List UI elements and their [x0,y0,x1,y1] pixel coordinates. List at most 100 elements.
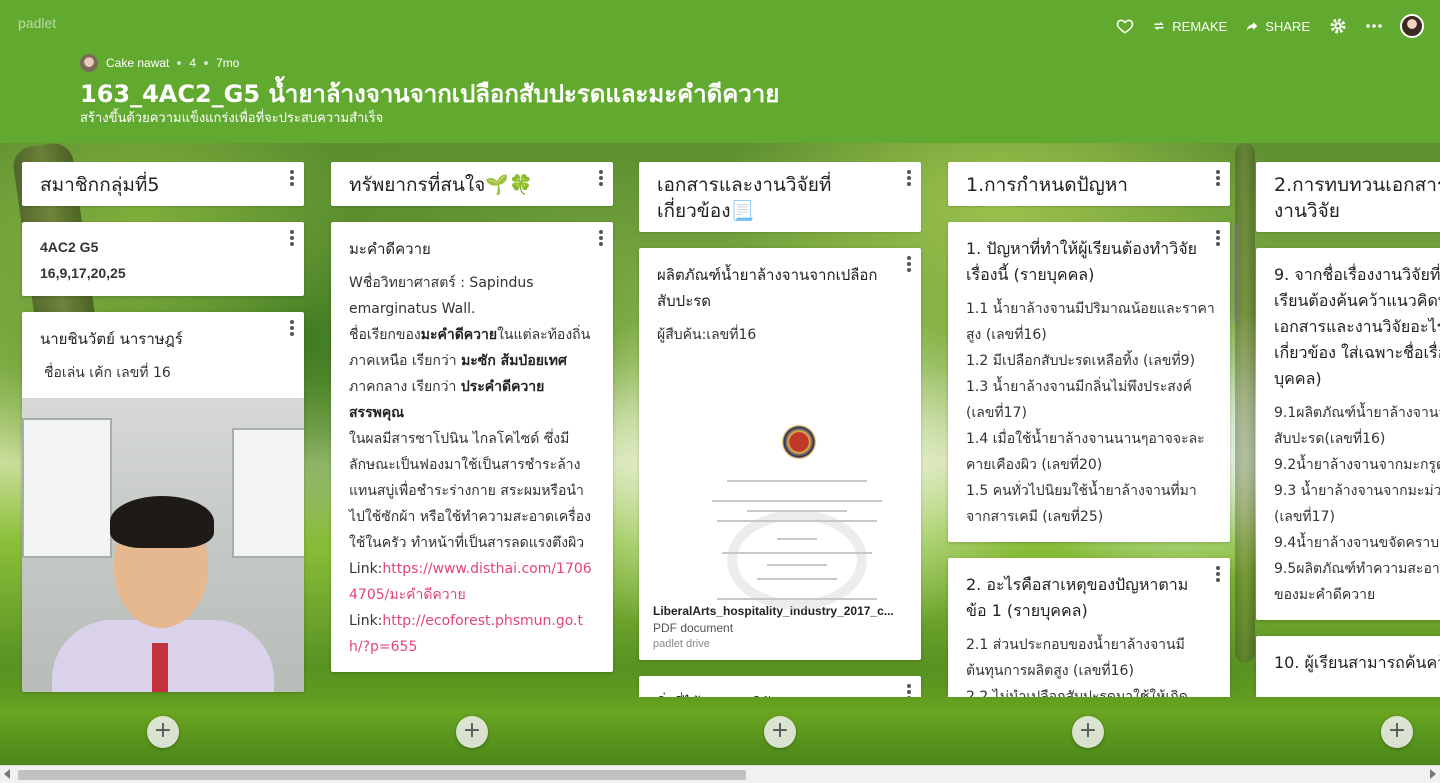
post-link[interactable]: http://ecoforest.phsmun.go.th/?p=655 [349,613,583,655]
add-post-button[interactable]: + [147,716,179,748]
section-menu-icon[interactable] [1212,168,1224,188]
section-menu-icon[interactable] [595,168,607,188]
remake-label: REMAKE [1172,18,1228,34]
post-card[interactable]: 10. ผู้เรียนสามารถค้นคว้า [1256,636,1440,697]
add-post-button[interactable]: + [1381,716,1413,748]
heart-icon [1117,19,1134,34]
list-item: 1.5 คนทั่วไปนิยมใช้น้ำยาล้างจานที่มาจากส… [966,483,1197,525]
board-subtitle: สร้างขึ้นด้วยความแข็งแกร่งเพื่อที่จะประส… [80,111,384,126]
post-menu-icon[interactable] [286,228,298,248]
list-item: 1.4 เมื่อใช้น้ำยาล้างจานนานๆอาจจะละคายเค… [966,431,1205,473]
post-card[interactable]: 1. ปัญหาที่ทำให้ผู้เรียนต้องทำวิจัยเรื่อ… [948,222,1230,542]
post-card[interactable]: 2. อะไรคือสาเหตุของปัญหาตามข้อ 1 (รายบุค… [948,558,1230,697]
section-title-text: สมาชิกกลุ่มที่5 [40,174,160,196]
more-horizontal-icon [1366,24,1382,28]
add-post-button[interactable]: + [764,716,796,748]
padlet-logo[interactable]: padlet [18,15,56,31]
section-title: ทรัพยากรที่สนใจ🌱🍀 [331,162,613,206]
post-body: 2.1 ส่วนประกอบของน้ำยาล้างจานมีต้นทุนการ… [948,630,1230,697]
pdf-preview[interactable] [657,360,903,610]
horizontal-scrollbar[interactable] [0,765,1440,783]
scroll-left-arrow-icon[interactable] [4,769,10,779]
post-paragraph: ในผลมีสารซาโปนิน ไกลโคไซด์ ซึ่งมีลักษณะเ… [349,431,591,551]
section-title-text: ทรัพยากรที่สนใจ🌱🍀 [349,174,533,196]
post-body: Wชื่อวิทยาศาสตร์ : Sapindus emarginatus … [331,268,613,672]
gear-icon [1330,18,1346,34]
post-card[interactable]: มะคำดีควาย Wชื่อวิทยาศาสตร์ : Sapindus e… [331,222,613,672]
post-text: 16,9,17,20,25 [40,265,126,281]
separator-dot [177,61,182,65]
remake-button[interactable]: REMAKE [1152,19,1227,34]
section-title-text: 2.การทบทวนเอกสารและงานวิจัย [1274,174,1440,222]
attachment-type: PDF document [653,621,734,635]
section-problem-definition: 1.การกำหนดปัญหา 1. ปัญหาที่ทำให้ผู้เรียน… [948,162,1230,697]
section-title: 1.การกำหนดปัญหา [948,162,1230,206]
board-meta: Cake nawat 4 7mo [80,54,239,72]
post-body: ชื่อเล่น เค้ก เลขที่ 16 [44,365,171,381]
post-paragraph: Wชื่อวิทยาศาสตร์ : Sapindus emarginatus … [349,275,534,317]
list-item: 2.2 ไม่นำเปลือกสับปะรดมาใช้ให้เกิดประโยช… [966,689,1188,697]
post-card[interactable]: 9. จากชื่อเรื่องงานวิจัยที่ตั้งไว้ ผู้เร… [1256,248,1440,620]
section-resources: ทรัพยากรที่สนใจ🌱🍀 มะคำดีควาย Wชื่อวิทยาศ… [331,162,613,672]
like-button[interactable] [1116,17,1134,35]
section-title: 2.การทบทวนเอกสารและงานวิจัย [1256,162,1440,232]
scroll-right-arrow-icon[interactable] [1430,769,1436,779]
post-title: 9. จากชื่อเรื่องงานวิจัยที่ตั้งไว้ ผู้เร… [1274,265,1440,388]
post-body: ผู้สืบค้น:เลขที่16 [657,327,757,343]
like-count: 4 [189,56,197,70]
attachment-source: padlet drive [653,638,710,650]
watermark [727,510,867,610]
section-title-text: 1.การกำหนดปัญหา [966,174,1128,196]
list-item: 1.3 น้ำยาล้างจานมีกลิ่นไม่พึงประสงค์ (เล… [966,379,1192,421]
post-card[interactable]: นายชินวัตย์ นาราษฎร์ ชื่อเล่น เค้ก เลขที… [22,312,304,692]
post-menu-icon[interactable] [903,254,915,274]
post-title: 1. ปัญหาที่ทำให้ผู้เรียนต้องทำวิจัยเรื่อ… [966,239,1197,284]
section-title-text: เอกสารและงานวิจัยที่เกี่ยวข้อง📃 [657,174,832,222]
author-avatar [80,54,98,72]
board-header: padlet REMAKE SHARE Cake nawat 4 7mo 163… [0,0,1440,143]
section-menu-icon[interactable] [286,168,298,188]
remake-icon [1154,21,1164,31]
more-button[interactable] [1366,23,1382,29]
post-card[interactable]: 4AC2 G5 16,9,17,20,25 [22,222,304,296]
add-post-button[interactable]: + [456,716,488,748]
share-button[interactable]: SHARE [1245,19,1310,34]
section-literature-review: 2.การทบทวนเอกสารและงานวิจัย 9. จากชื่อเร… [1256,162,1440,697]
scrollbar-thumb[interactable] [18,770,746,780]
post-link-line: Link:https://www.disthai.com/17064705/มะ… [349,561,592,603]
post-title: 2. อะไรคือสาเหตุของปัญหาตามข้อ 1 (รายบุค… [966,575,1189,620]
member-photo[interactable] [22,398,304,692]
post-body: 9.1ผลิตภัณฑ์น้ำยาล้างจานจากเปลือกสับปะรด… [1256,398,1440,620]
post-title: นายชินวัตย์ นาราษฎร์ [40,330,183,348]
attachment-info: LiberalArts_hospitality_industry_2017_c.… [639,604,921,660]
post-menu-icon[interactable] [595,228,607,248]
separator-dot [204,61,209,65]
list-item: 9.1ผลิตภัณฑ์น้ำยาล้างจานจากเปลือกสับปะรด… [1274,405,1440,447]
post-menu-icon[interactable] [1212,564,1224,584]
post-menu-icon[interactable] [903,682,915,697]
post-menu-icon[interactable] [1212,228,1224,248]
section-menu-icon[interactable] [903,168,915,188]
section-title: สมาชิกกลุ่มที่5 [22,162,304,206]
list-item: 1.2 มีเปลือกสับปะรดเหลือทิ้ง (เลขที่9) [966,353,1196,369]
post-body: 1.1 น้ำยาล้างจานมีปริมาณน้อยและราคาสูง (… [948,294,1230,542]
list-item: 9.3 น้ำยาล้างจานจากมะม่วงหิมพานต์โห่ (เล… [1274,483,1440,525]
column-scrollbar[interactable] [1234,223,1240,323]
toolbar: REMAKE SHARE [1116,12,1424,40]
list-item: 2.1 ส่วนประกอบของน้ำยาล้างจานมีต้นทุนการ… [966,637,1185,679]
author-name[interactable]: Cake nawat [106,56,169,70]
list-item: 9.2น้ำยาล้างจานจากมะกรูด [1274,457,1440,473]
settings-button[interactable] [1328,16,1348,36]
user-avatar[interactable] [1400,14,1424,38]
post-title: ผลิตภัณฑ์น้ำยาล้างจานจากเปลือกสับปะรด [657,266,878,310]
post-card[interactable]: สิ่งที่ได้จากงานวิจัย [639,676,921,697]
add-post-button[interactable]: + [1072,716,1104,748]
post-title: สิ่งที่ได้จากงานวิจัย [639,676,921,697]
university-seal [777,420,821,464]
post-link-line: Link:http://ecoforest.phsmun.go.th/?p=65… [349,613,583,655]
post-menu-icon[interactable] [286,318,298,338]
post-link[interactable]: https://www.disthai.com/17064705/มะคำดีค… [349,561,592,603]
list-item: 1.1 น้ำยาล้างจานมีปริมาณน้อยและราคาสูง (… [966,301,1215,343]
post-card[interactable]: ผลิตภัณฑ์น้ำยาล้างจานจากเปลือกสับปะรด ผู… [639,248,921,660]
board-age: 7mo [216,56,240,70]
